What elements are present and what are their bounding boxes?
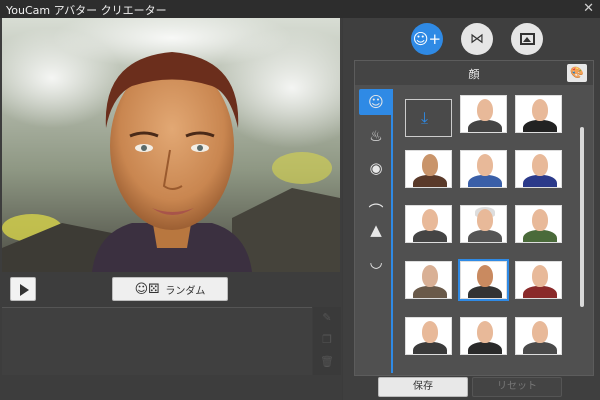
random-button[interactable]: ☺⚄ ランダム xyxy=(112,277,228,301)
reset-button[interactable]: リセット xyxy=(472,377,562,397)
title-bar: YouCam アバター クリエーター ✕ xyxy=(0,0,600,18)
lips-icon[interactable]: ◡ xyxy=(359,249,393,275)
face-tile[interactable] xyxy=(405,317,452,355)
grid-scrollbar[interactable] xyxy=(580,127,584,307)
palette-icon[interactable]: 🎨 xyxy=(567,64,587,82)
face-tile[interactable] xyxy=(460,95,507,133)
hair-icon[interactable]: ♨ xyxy=(359,123,393,149)
category-divider xyxy=(391,89,393,373)
face-tile-selected[interactable] xyxy=(458,259,509,301)
panel-title: 顔 xyxy=(468,68,480,81)
close-icon[interactable]: ✕ xyxy=(583,1,594,17)
face-tile[interactable] xyxy=(515,95,562,133)
face-tile[interactable] xyxy=(405,150,452,188)
play-button[interactable] xyxy=(10,277,36,301)
face-tile[interactable] xyxy=(460,150,507,188)
eye-icon[interactable]: ◉ xyxy=(359,155,393,181)
face-icon[interactable]: ☺ xyxy=(359,89,393,115)
category-bar: ☺ ♨ ◉ ︵ ▲ ◡ xyxy=(359,89,393,373)
mode-tabs: ☺+ ⋈ xyxy=(343,18,600,58)
random-button-label: ランダム xyxy=(165,285,206,297)
download-icon: ⤓ xyxy=(421,108,429,127)
face-add-icon[interactable]: ☺+ xyxy=(411,23,443,55)
face-tile[interactable] xyxy=(515,205,562,243)
app-window: YouCam アバター クリエーター ✕ ☺⚄ ランダム ✎ ❐ 🗑 ☺+ ⋈ … xyxy=(0,0,600,400)
face-tile[interactable] xyxy=(460,317,507,355)
download-tile[interactable]: ⤓ xyxy=(405,99,452,137)
eyebrow-icon[interactable]: ︵ xyxy=(359,187,393,213)
panel-header: 顔 🎨 xyxy=(355,61,593,85)
copy-icon[interactable]: ❐ xyxy=(313,329,341,351)
delete-icon[interactable]: 🗑 xyxy=(313,351,341,373)
avatar-preview xyxy=(2,18,340,272)
right-panel: ☺+ ⋈ 顔 🎨 ☺ ♨ ◉ ︵ ▲ ◡ ⤓ xyxy=(343,18,600,400)
nose-icon[interactable]: ▲ xyxy=(359,217,393,243)
history-tools: ✎ ❐ 🗑 xyxy=(313,307,341,375)
history-strip xyxy=(2,307,312,375)
face-tile[interactable] xyxy=(405,261,452,299)
avatar-scene xyxy=(2,18,340,272)
background-image-icon[interactable] xyxy=(511,23,543,55)
face-tile[interactable] xyxy=(405,205,452,243)
left-footer xyxy=(0,376,342,400)
bowtie-icon[interactable]: ⋈ xyxy=(461,23,493,55)
face-grid: ⤓ xyxy=(401,91,581,373)
face-tile[interactable] xyxy=(515,317,562,355)
face-panel: 顔 🎨 ☺ ♨ ◉ ︵ ▲ ◡ ⤓ xyxy=(354,60,594,376)
sulfur-deposit xyxy=(272,152,332,184)
random-face-icon: ☺⚄ xyxy=(134,281,160,297)
left-panel: ☺⚄ ランダム ✎ ❐ 🗑 xyxy=(0,18,342,400)
face-tile[interactable] xyxy=(460,205,507,243)
save-button[interactable]: 保存 xyxy=(378,377,468,397)
window-title: YouCam アバター クリエーター xyxy=(6,4,167,17)
edit-icon[interactable]: ✎ xyxy=(313,307,341,329)
play-icon xyxy=(20,284,29,296)
preview-controls: ☺⚄ ランダム xyxy=(0,274,342,304)
face-tile[interactable] xyxy=(515,261,562,299)
face-tile[interactable] xyxy=(515,150,562,188)
